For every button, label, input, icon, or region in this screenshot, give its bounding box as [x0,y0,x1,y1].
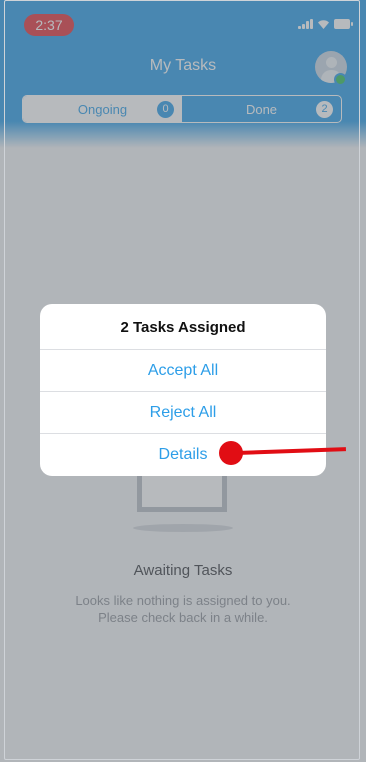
phone-screen: 2:37 My Tasks Ongoing 0 Done 2 Awaiting … [0,0,366,762]
accept-all-button[interactable]: Accept All [40,350,326,392]
reject-all-button[interactable]: Reject All [40,392,326,434]
alert-title: 2 Tasks Assigned [40,304,326,350]
annotation-pointer-dot [219,441,243,465]
details-button[interactable]: Details [40,434,326,476]
